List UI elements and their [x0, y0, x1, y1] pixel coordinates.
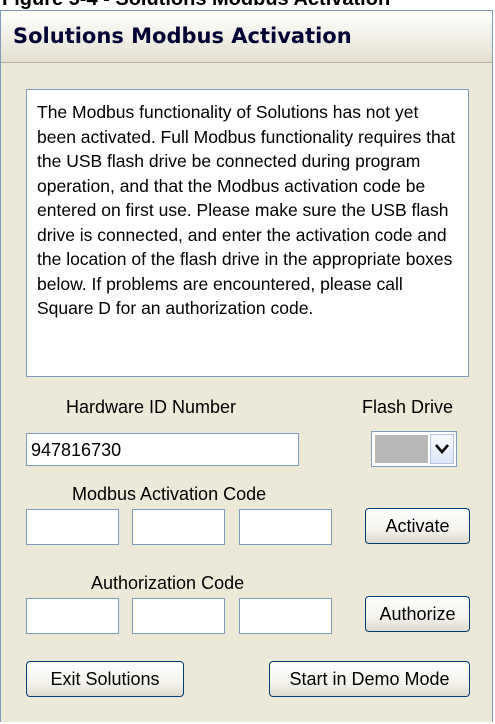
- authorization-code-field-2[interactable]: [132, 598, 225, 634]
- flash-drive-selected-value: [375, 435, 428, 463]
- activation-code-field-3[interactable]: [239, 509, 332, 545]
- flash-drive-select[interactable]: [371, 431, 457, 467]
- start-demo-mode-button[interactable]: Start in Demo Mode: [269, 661, 470, 697]
- exit-solutions-button[interactable]: Exit Solutions: [26, 661, 184, 697]
- activation-code-field-1[interactable]: [26, 509, 119, 545]
- hardware-id-field[interactable]: 947816730: [26, 433, 299, 466]
- authorization-code-label: Authorization Code: [91, 573, 245, 593]
- title-bar: Solutions Modbus Activation: [1, 11, 492, 63]
- activation-code-label: Modbus Activation Code: [72, 484, 267, 504]
- authorization-code-field-1[interactable]: [26, 598, 119, 634]
- authorize-button[interactable]: Authorize: [365, 596, 470, 632]
- activate-button[interactable]: Activate: [365, 508, 470, 544]
- authorization-code-field-3[interactable]: [239, 598, 332, 634]
- activation-window: Solutions Modbus Activation The Modbus f…: [0, 10, 493, 722]
- figure-caption-fragment: Figure 5-4 - Solutions Modbus Activation: [0, 0, 495, 10]
- activation-code-field-2[interactable]: [132, 509, 225, 545]
- hardware-id-label: Hardware ID Number: [66, 397, 237, 417]
- info-text: The Modbus functionality of Solutions ha…: [37, 102, 456, 318]
- figure-caption-text: Figure 5-4 - Solutions Modbus Activation: [2, 0, 390, 10]
- window-title: Solutions Modbus Activation: [13, 24, 352, 48]
- info-box: The Modbus functionality of Solutions ha…: [26, 89, 469, 377]
- chevron-down-icon[interactable]: [430, 434, 454, 464]
- flash-drive-label: Flash Drive: [362, 397, 454, 417]
